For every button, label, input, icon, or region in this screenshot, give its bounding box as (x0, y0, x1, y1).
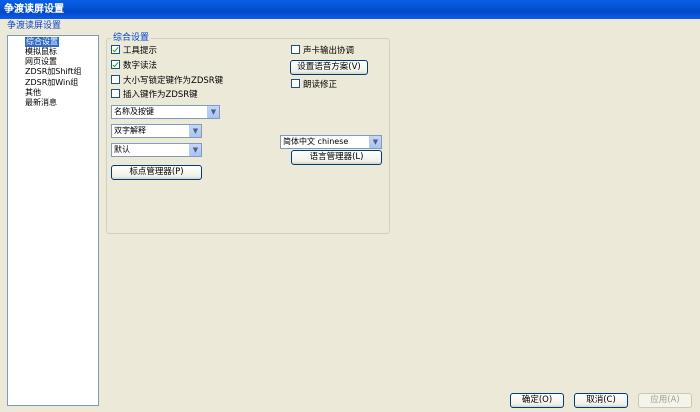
menu-label[interactable]: 争渡读屏设置 (0, 19, 700, 33)
name-key-select[interactable]: 名称及按键 ▼ (111, 105, 220, 119)
capslock-zdsr-checkbox[interactable]: 大小写锁定键作为ZDSR键 (111, 74, 224, 86)
language-select[interactable]: 简体中文 chinese ▼ (280, 135, 382, 149)
chevron-down-icon[interactable]: ▼ (189, 125, 201, 137)
tree-item-win-group[interactable]: ZDSR加Win组 (25, 78, 78, 88)
double-char-select[interactable]: 双字解释 ▼ (111, 124, 202, 138)
checkbox-unchecked-icon (291, 45, 300, 54)
settings-tree[interactable]: 综合设置 模拟鼠标 网页设置 ZDSR加Shift组 ZDSR加Win组 其他 … (7, 35, 99, 406)
name-key-select-value: 名称及按键 (114, 107, 154, 116)
checkbox-unchecked-icon (111, 89, 120, 98)
soundcard-coord-label: 声卡输出协调 (303, 45, 355, 56)
chevron-down-icon[interactable]: ▼ (369, 136, 381, 148)
tooltip-label: 工具提示 (123, 45, 158, 56)
checkbox-checked-icon (111, 60, 120, 69)
punctuation-manager-button[interactable]: 标点管理器(P) (111, 165, 202, 180)
capslock-zdsr-label: 大小写锁定键作为ZDSR键 (123, 75, 224, 86)
insert-zdsr-label: 插入键作为ZDSR键 (123, 89, 198, 100)
tree-item-web[interactable]: 网页设置 (25, 57, 57, 67)
apply-button[interactable]: 应用(A) (638, 393, 692, 408)
insert-zdsr-checkbox[interactable]: 插入键作为ZDSR键 (111, 88, 198, 100)
cancel-button[interactable]: 取消(C) (574, 393, 628, 408)
tree-item-general[interactable]: 综合设置 (25, 37, 59, 47)
chevron-down-icon[interactable]: ▼ (207, 106, 219, 118)
digit-reading-checkbox[interactable]: 数字读法 (111, 59, 158, 71)
tree-item-mouse[interactable]: 模拟鼠标 (25, 47, 57, 57)
language-manager-button[interactable]: 语言管理器(L) (291, 150, 382, 165)
checkbox-unchecked-icon (111, 75, 120, 84)
tree-item-other[interactable]: 其他 (25, 88, 41, 98)
language-select-value: 简体中文 chinese (283, 137, 349, 146)
ok-button[interactable]: 确定(O) (510, 393, 564, 408)
checkbox-checked-icon (111, 45, 120, 54)
reading-correction-checkbox[interactable]: 朗读修正 (291, 78, 338, 90)
digit-reading-label: 数字读法 (123, 60, 158, 71)
double-char-select-value: 双字解释 (114, 126, 146, 135)
reading-correction-label: 朗读修正 (303, 79, 338, 90)
voice-scheme-button[interactable]: 设置语音方案(V) (290, 60, 368, 75)
checkbox-unchecked-icon (291, 79, 300, 88)
chevron-down-icon[interactable]: ▼ (189, 144, 201, 156)
default-select[interactable]: 默认 ▼ (111, 143, 202, 157)
group-title: 综合设置 (111, 33, 152, 44)
default-select-value: 默认 (114, 145, 130, 154)
window-title: 争渡读屏设置 (0, 0, 700, 19)
tooltip-checkbox[interactable]: 工具提示 (111, 44, 158, 56)
tree-item-shift-group[interactable]: ZDSR加Shift组 (25, 67, 81, 77)
tree-item-news[interactable]: 最新消息 (25, 98, 57, 108)
soundcard-coord-checkbox[interactable]: 声卡输出协调 (291, 44, 355, 56)
